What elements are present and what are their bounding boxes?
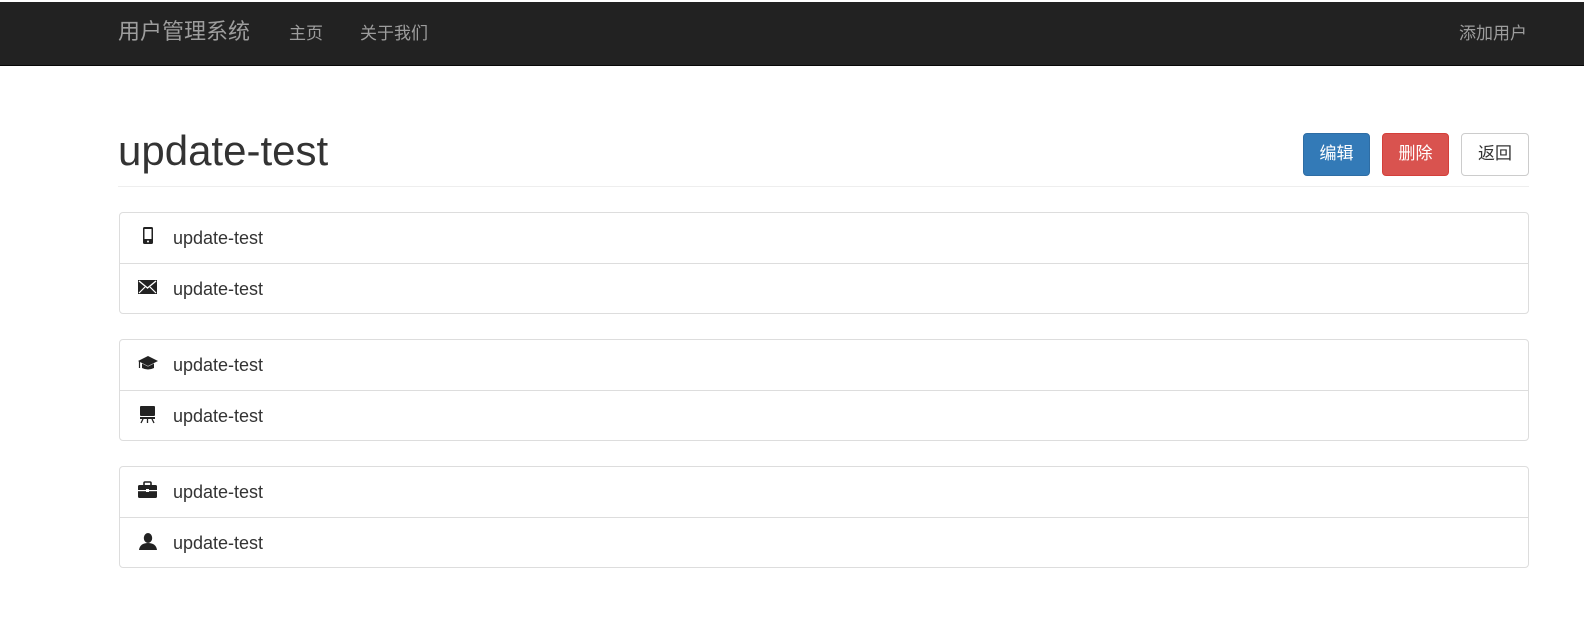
phone-value: update-test xyxy=(173,228,264,248)
user-value: update-test xyxy=(173,533,264,553)
phone-icon xyxy=(138,227,158,247)
back-button[interactable]: 返回 xyxy=(1461,133,1529,176)
blackboard-icon xyxy=(138,405,158,425)
education-icon xyxy=(138,354,158,374)
list-item-education: update-test xyxy=(120,340,1528,390)
brand-link[interactable]: 用户管理系统 xyxy=(118,20,250,46)
nav-link-about[interactable]: 关于我们 xyxy=(360,23,428,45)
briefcase-icon xyxy=(138,481,158,501)
blackboard-value: update-test xyxy=(173,406,264,426)
email-value: update-test xyxy=(173,279,264,299)
list-item-work: update-test xyxy=(120,467,1528,517)
work-info-list: update-test update-test xyxy=(119,466,1529,568)
list-item-phone: update-test xyxy=(120,213,1528,263)
delete-button[interactable]: 删除 xyxy=(1382,133,1449,176)
user-icon xyxy=(138,532,158,552)
envelope-icon xyxy=(138,278,158,298)
list-item-user: update-test xyxy=(120,517,1528,567)
work-value: update-test xyxy=(173,482,264,502)
contact-info-list: update-test update-test xyxy=(119,212,1529,314)
top-navbar: 用户管理系统 主页 关于我们 添加用户 xyxy=(0,0,1584,66)
nav-link-add-user[interactable]: 添加用户 xyxy=(1459,23,1527,45)
education-info-list: update-test update-test xyxy=(119,339,1529,441)
education-value: update-test xyxy=(173,355,264,375)
page-header: update-test 编辑 删除 返回 xyxy=(118,120,1529,187)
edit-button[interactable]: 编辑 xyxy=(1303,133,1370,176)
nav-link-home[interactable]: 主页 xyxy=(289,23,323,45)
list-item-blackboard: update-test xyxy=(120,390,1528,440)
page-title: update-test xyxy=(118,127,329,174)
list-item-email: update-test xyxy=(120,263,1528,313)
